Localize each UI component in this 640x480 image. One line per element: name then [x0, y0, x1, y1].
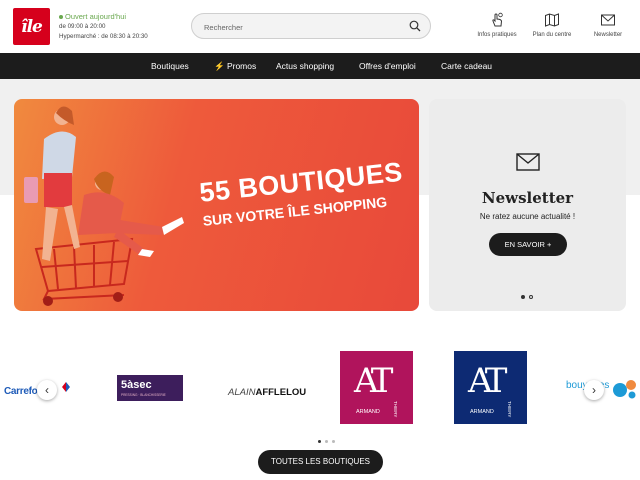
armand-thiery-sub2: THIERY — [507, 401, 512, 418]
armand-thiery-sub: ARMAND — [470, 409, 494, 415]
brand-afflelou-part2: AFFLELOU — [255, 387, 307, 398]
envelope-icon — [516, 153, 540, 171]
hours-line-2: Hypermarché : de 08:30 à 20:30 — [59, 33, 148, 40]
brands-carousel: Carrefour 5àsec PRESSING · BLANCHISSERIE… — [0, 345, 640, 435]
brand-afflelou-part1: ALAIN — [228, 387, 256, 398]
carousel-next-button[interactable]: › — [584, 380, 604, 400]
infos-pratiques-label: Infos pratiques — [477, 32, 517, 38]
armand-thiery-sub2: THIERY — [393, 401, 398, 418]
nav-actus-shopping[interactable]: Actus shopping — [276, 61, 334, 71]
hand-pointer-icon — [492, 12, 503, 27]
hero-banner[interactable]: 55 BOUTIQUES SUR VOTRE ÎLE SHOPPING — [14, 99, 419, 311]
carrefour-logo-icon — [62, 382, 70, 392]
envelope-icon — [601, 14, 615, 26]
nav-carte-cadeau[interactable]: Carte cadeau — [441, 61, 492, 71]
brand-5asec-sub: PRESSING · BLANCHISSERIE — [121, 393, 166, 397]
site-header: île Ouvert aujourd'hui de 09:00 à 20:00 … — [0, 0, 640, 53]
chevron-left-icon: ‹ — [45, 383, 49, 397]
nav-boutiques[interactable]: Boutiques — [151, 61, 189, 71]
search-bar — [191, 13, 431, 39]
all-boutiques-button[interactable]: TOUTES LES BOUTIQUES — [258, 450, 383, 474]
slider-dots — [521, 295, 533, 299]
infos-pratiques-link[interactable]: Infos pratiques — [467, 12, 527, 38]
carousel-dot-3[interactable] — [332, 440, 335, 443]
newsletter-subtitle: Ne ratez aucune actualité ! — [479, 212, 576, 221]
brand-armand-thiery-2[interactable]: AT ARMAND THIERY — [454, 351, 527, 424]
opening-hours: Ouvert aujourd'hui de 09:00 à 20:00 Hype… — [59, 12, 148, 42]
brand-alain-afflelou[interactable]: ALAINAFFLELOU — [228, 382, 306, 398]
brand-5asec-name: 5àsec — [121, 379, 152, 391]
hours-line-1: de 09:00 à 20:00 — [59, 23, 106, 30]
newsletter-card: Newsletter Ne ratez aucune actualité ! E… — [429, 99, 626, 311]
armand-thiery-monogram: AT — [354, 361, 393, 401]
slider-dot-1[interactable] — [521, 295, 525, 299]
plan-du-centre-link[interactable]: Plan du centre — [522, 12, 582, 38]
site-logo[interactable]: île — [13, 8, 50, 45]
map-icon — [545, 13, 559, 27]
carousel-dot-2[interactable] — [325, 440, 328, 443]
newsletter-more-button[interactable]: EN SAVOIR + — [489, 233, 567, 256]
hero-illustration — [24, 106, 184, 306]
chevron-right-icon: › — [592, 383, 596, 397]
brand-5asec[interactable]: 5àsec PRESSING · BLANCHISSERIE — [117, 375, 183, 401]
newsletter-label: Newsletter — [593, 32, 623, 38]
slider-dot-2[interactable] — [529, 295, 533, 299]
newsletter-title: Newsletter — [481, 189, 574, 207]
brand-armand-thiery-1[interactable]: AT ARMAND THIERY — [340, 351, 413, 424]
plan-du-centre-label: Plan du centre — [532, 32, 572, 38]
search-icon[interactable] — [409, 20, 421, 32]
bouygues-logo-icon — [613, 380, 636, 399]
search-input[interactable] — [202, 19, 406, 35]
newsletter-link[interactable]: Newsletter — [578, 12, 638, 38]
nav-promos[interactable]: ⚡ Promos — [214, 61, 256, 72]
open-status-dot — [59, 15, 63, 20]
armand-thiery-monogram: AT — [468, 361, 507, 401]
nav-offres-emploi[interactable]: Offres d'emploi — [359, 61, 416, 71]
carousel-prev-button[interactable]: ‹ — [37, 380, 57, 400]
armand-thiery-sub: ARMAND — [356, 409, 380, 415]
carousel-dot-1[interactable] — [318, 440, 321, 443]
open-status: Ouvert aujourd'hui — [65, 12, 127, 21]
main-nav: Boutiques ⚡ Promos Actus shopping Offres… — [0, 53, 640, 79]
carousel-dots — [318, 440, 335, 443]
